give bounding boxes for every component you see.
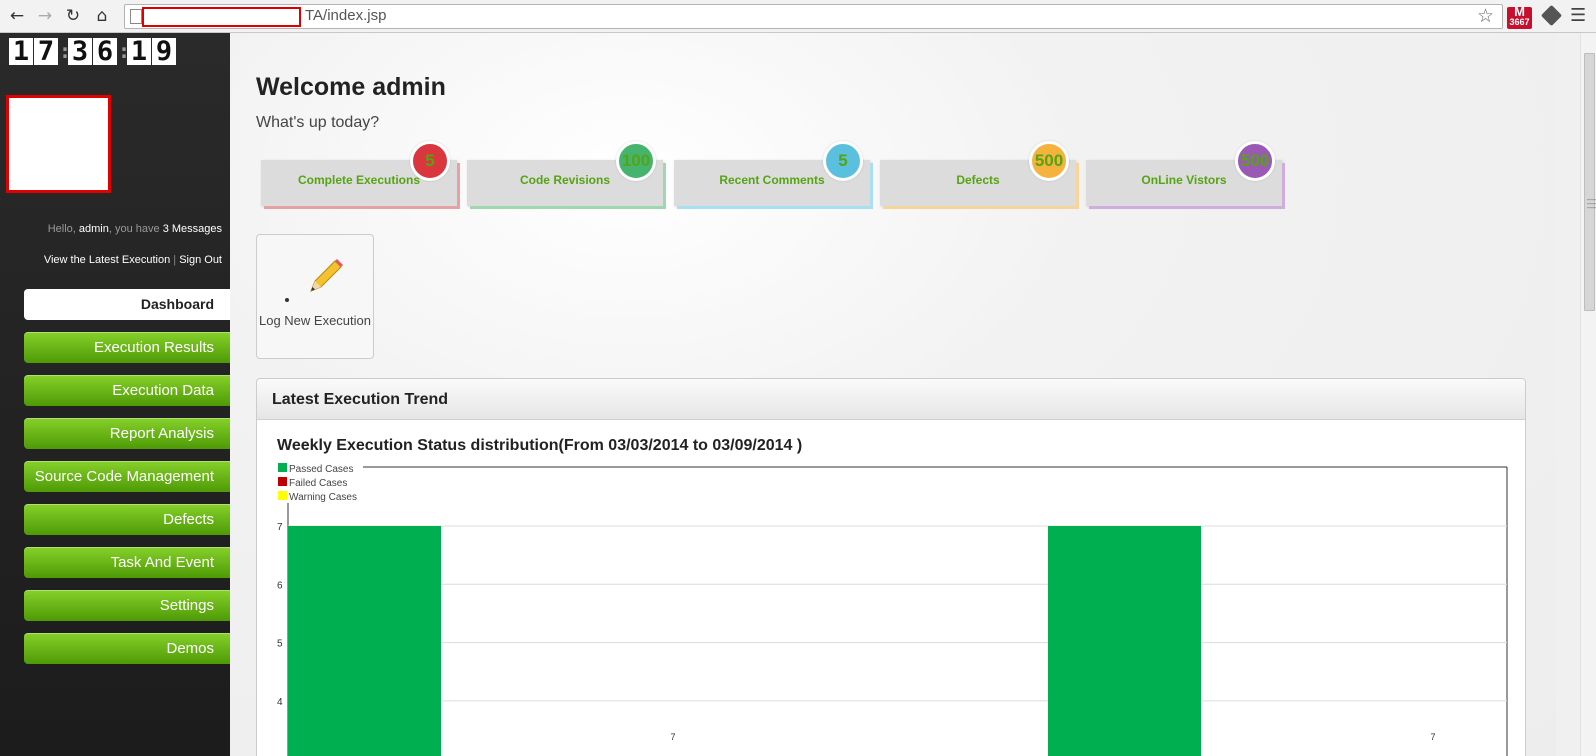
clock-separator: : [59, 39, 72, 63]
browser-menu-icon[interactable]: ☰ [1570, 5, 1586, 26]
browser-toolbar: ← → ↻ ⌂ TA/index.jsp ☆ 3667 ☰ [0, 0, 1596, 33]
stat-badge: 5 [823, 141, 863, 181]
stat-card-recent-comments[interactable]: Recent Comments 5 [674, 141, 870, 206]
y-tick-label: 6 [277, 580, 283, 591]
clock-digit: 1 [127, 38, 151, 66]
stat-card-defects[interactable]: Defects 500 [880, 141, 1076, 206]
log-new-execution-button[interactable]: Log New Execution [256, 234, 374, 359]
legend-label: Failed Cases [289, 478, 347, 489]
sidebar-item-execution-results[interactable]: Execution Results [24, 332, 230, 363]
sidebar-item-execution-data[interactable]: Execution Data [24, 375, 230, 406]
stat-label: OnLine Vistors [1141, 173, 1227, 187]
greeting: Hello, admin, you have 3 Messages [48, 223, 222, 235]
link-separator: | [170, 254, 180, 266]
messages-link[interactable]: 3 Messages [163, 223, 222, 235]
avatar [6, 95, 111, 193]
legend-swatch [278, 491, 287, 500]
page-scrollbar[interactable]: — — — [1580, 33, 1596, 756]
sidebar-item-settings[interactable]: Settings [24, 590, 230, 621]
sidebar-item-defects[interactable]: Defects [24, 504, 230, 535]
url-text: TA/index.jsp [305, 7, 387, 24]
stat-badge: 5 [410, 141, 450, 181]
legend-swatch [278, 463, 287, 472]
page-subtitle: What's up today? [256, 114, 380, 131]
y-tick-label: 4 [277, 697, 283, 708]
bar-passed-cases [1048, 526, 1201, 756]
execution-chart: 7 7 7 6 5 4 Passed Cases Failed Cases Warning … [277, 463, 1508, 756]
greeting-user: admin [78, 223, 109, 235]
greeting-mid: , you have [108, 223, 163, 235]
sidebar-item-dashboard[interactable]: Dashboard [24, 289, 230, 320]
redacted-url-part [142, 7, 301, 27]
stat-label: Recent Comments [719, 173, 825, 187]
execution-trend-panel: Latest Execution Trend Weekly Execution … [256, 378, 1526, 756]
bookmark-star-icon[interactable]: ☆ [1477, 5, 1494, 27]
clock-separator: : [118, 39, 131, 63]
stat-card-code-revisions[interactable]: Code Revisions 100 [467, 141, 663, 206]
sidebar-item-report-analysis[interactable]: Report Analysis [24, 418, 230, 449]
extension-icon[interactable] [1540, 4, 1563, 27]
page-icon [130, 9, 142, 24]
stat-label: Code Revisions [519, 173, 611, 187]
scrollbar-thumb[interactable]: — — — [1584, 53, 1596, 311]
forward-icon[interactable]: → [35, 6, 55, 26]
sign-out-link[interactable]: Sign Out [179, 254, 222, 266]
extension-badge-icon[interactable]: 3667 [1507, 0, 1532, 29]
reload-icon[interactable]: ↻ [63, 6, 83, 26]
bullet [285, 298, 289, 302]
legend-swatch [278, 477, 287, 486]
stat-card-complete-executions[interactable]: Complete Executions 5 [261, 141, 457, 206]
sidebar: 1 7 : 3 6 : 1 9 Hello, admin, you have 3… [0, 33, 230, 756]
data-label: 7 [670, 732, 675, 742]
scrollbar-grip-icon: — — — [1587, 194, 1596, 212]
user-links: View the Latest Execution | Sign Out [44, 254, 222, 266]
stat-label: Defects [956, 173, 1000, 187]
main-content: Welcome admin What's up today? Complete … [230, 33, 1556, 756]
latest-execution-link[interactable]: View the Latest Execution [44, 254, 170, 266]
legend-label: Passed Cases [289, 464, 353, 475]
stat-card-online-visitors[interactable]: OnLine Vistors 500 [1086, 141, 1282, 206]
sidebar-item-demos[interactable]: Demos [24, 633, 230, 664]
clock-digit: 1 [9, 38, 33, 66]
clock-digit: 7 [34, 38, 58, 66]
clock: 1 7 : 3 6 : 1 9 [9, 38, 177, 66]
side-nav: Dashboard Execution Results Execution Da… [24, 289, 230, 676]
y-tick-label: 5 [277, 639, 283, 650]
address-bar[interactable]: TA/index.jsp ☆ [124, 4, 1503, 29]
stat-label: Complete Executions [297, 173, 421, 187]
sidebar-item-source-code-management[interactable]: Source Code Management [24, 461, 230, 492]
data-label: 7 [1430, 732, 1435, 742]
legend-label: Warning Cases [289, 492, 357, 503]
home-icon[interactable]: ⌂ [92, 6, 112, 26]
greeting-prefix: Hello, [47, 223, 79, 235]
sidebar-item-task-and-event[interactable]: Task And Event [24, 547, 230, 578]
back-icon[interactable]: ← [7, 6, 27, 26]
stat-badge: 500 [1235, 141, 1275, 181]
stat-badge: 100 [616, 141, 656, 181]
clock-digit: 9 [152, 38, 176, 66]
stat-badge: 500 [1029, 141, 1069, 181]
shortcut-label: Log New Execution [258, 313, 371, 328]
bar-passed-cases [288, 526, 441, 756]
clock-digit: 6 [93, 38, 117, 66]
y-tick-label: 7 [277, 522, 283, 533]
page-title: Welcome admin [256, 73, 446, 101]
pencil-icon [310, 259, 343, 292]
clock-digit: 3 [68, 38, 92, 66]
